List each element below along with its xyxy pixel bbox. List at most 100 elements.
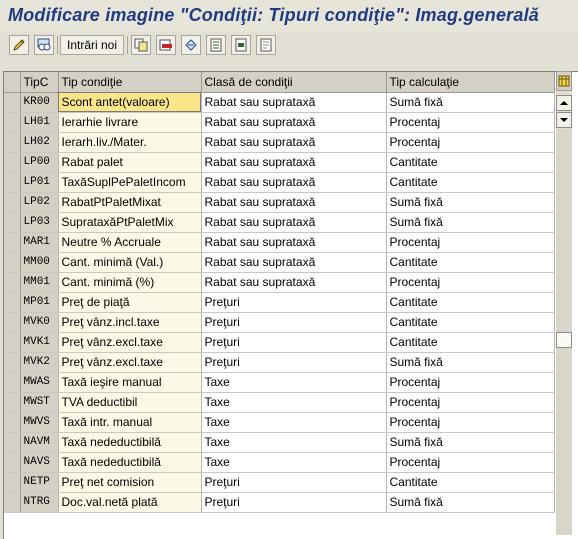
table-row[interactable]: MM00 Cant. minimă (Val.) Rabat sau suprata… [4, 252, 555, 273]
cell-tip-conditie[interactable]: Doc.val.netă plată [58, 492, 202, 513]
column-header-tip-calculatie[interactable]: Tip calculaţie [386, 72, 555, 93]
cell-tip-conditie[interactable]: Rabat palet [58, 152, 202, 173]
table-row[interactable]: MVK1 Preţ vânz.excl.taxe Preţuri Cantitate [4, 332, 555, 353]
copy-icon[interactable] [131, 35, 151, 55]
table-row[interactable]: NAVM Taxă nedeductibilă Taxe Sumă fixă [4, 432, 555, 453]
cell-clasa-conditii[interactable]: Preţuri [201, 332, 387, 353]
cell-clasa-conditii[interactable]: Preţuri [201, 472, 387, 493]
cell-tipc[interactable]: LP01 [20, 172, 59, 193]
cell-clasa-conditii[interactable]: Rabat sau suprataxă [201, 252, 387, 273]
cell-tip-calculatie[interactable]: Procentaj [386, 272, 555, 293]
row-selector[interactable] [4, 352, 21, 373]
cell-clasa-conditii[interactable]: Taxe [201, 412, 387, 433]
cell-tipc[interactable]: NETP [20, 472, 59, 493]
cell-clasa-conditii[interactable]: Taxe [201, 392, 387, 413]
cell-tip-calculatie[interactable]: Cantitate [386, 172, 555, 193]
undo-icon[interactable] [181, 35, 201, 55]
select-all-icon[interactable] [206, 35, 226, 55]
row-selector[interactable] [4, 152, 21, 173]
cell-tipc[interactable]: LH02 [20, 132, 59, 153]
cell-tip-conditie[interactable]: SuprataxăPtPaletMix [58, 212, 202, 233]
cell-tip-conditie[interactable]: Preţ de piaţă [58, 292, 202, 313]
row-selector[interactable] [4, 432, 21, 453]
cell-clasa-conditii[interactable]: Taxe [201, 372, 387, 393]
cell-tipc[interactable]: LP02 [20, 192, 59, 213]
cell-tip-conditie[interactable]: Scont antet(valoare) [58, 92, 202, 113]
cell-clasa-conditii[interactable]: Preţuri [201, 292, 387, 313]
table-row[interactable]: MM01 Cant. minimă (%) Rabat sau suprataxă P… [4, 272, 555, 293]
cell-tip-calculatie[interactable]: Procentaj [386, 132, 555, 153]
cell-tip-calculatie[interactable]: Procentaj [386, 112, 555, 133]
cell-tip-conditie[interactable]: Taxă intr. manual [58, 412, 202, 433]
cell-tip-calculatie[interactable]: Sumă fixă [386, 492, 555, 513]
table-row[interactable]: MVK0 Preţ vânz.incl.taxe Preţuri Cantitate [4, 312, 555, 333]
cell-clasa-conditii[interactable]: Taxe [201, 452, 387, 473]
row-selector[interactable] [4, 452, 21, 473]
scroll-up-icon[interactable] [556, 95, 572, 111]
cell-tip-calculatie[interactable]: Cantitate [386, 312, 555, 333]
column-header-tip-conditie[interactable]: Tip condiţie [58, 72, 202, 93]
table-row[interactable]: LP02 RabatPtPaletMixat Rabat sau suprataxă… [4, 192, 555, 213]
cell-tip-calculatie[interactable]: Cantitate [386, 152, 555, 173]
cell-tipc[interactable]: MP01 [20, 292, 59, 313]
cell-clasa-conditii[interactable]: Rabat sau suprataxă [201, 132, 387, 153]
row-selector[interactable] [4, 252, 21, 273]
table-row[interactable]: MVK2 Preţ vânz.excl.taxe Preţuri Sumă fixă [4, 352, 555, 373]
row-selector[interactable] [4, 392, 21, 413]
cell-tip-conditie[interactable]: Taxă ieşire manual [58, 372, 202, 393]
cell-tip-calculatie[interactable]: Sumă fixă [386, 92, 555, 113]
table-row[interactable]: KR00 Scont antet(valoare) Rabat sau suprat… [4, 92, 555, 113]
cell-tip-calculatie[interactable]: Procentaj [386, 232, 555, 253]
table-row[interactable]: MWST TVA deductibil Taxe Procentaj [4, 392, 555, 413]
table-row[interactable]: NAVS Taxă nedeductibilă Taxe Procentaj [4, 452, 555, 473]
table-row[interactable]: NTRG Doc.val.netă plată Preţuri Sumă fixă [4, 492, 555, 513]
cell-tipc[interactable]: MVK0 [20, 312, 59, 333]
cell-tip-conditie[interactable]: Neutre % Accruale [58, 232, 202, 253]
cell-tip-calculatie[interactable]: Cantitate [386, 332, 555, 353]
table-row[interactable]: MWAS Taxă ieşire manual Taxe Procentaj [4, 372, 555, 393]
scrollbar-track[interactable] [556, 129, 572, 535]
cell-clasa-conditii[interactable]: Rabat sau suprataxă [201, 232, 387, 253]
cell-tip-calculatie[interactable]: Procentaj [386, 372, 555, 393]
cell-tip-calculatie[interactable]: Cantitate [386, 252, 555, 273]
cell-tipc[interactable]: MM01 [20, 272, 59, 293]
cell-clasa-conditii[interactable]: Rabat sau suprataxă [201, 172, 387, 193]
cell-clasa-conditii[interactable]: Rabat sau suprataxă [201, 92, 387, 113]
cell-tipc[interactable]: MWST [20, 392, 59, 413]
cell-tip-conditie[interactable]: TaxăSuplPePaletIncom [58, 172, 202, 193]
table-row[interactable]: LH01 Ierarhie livrare Rabat sau suprataxă P… [4, 112, 555, 133]
edit-pencil-icon[interactable] [9, 35, 29, 55]
row-selector[interactable] [4, 472, 21, 493]
cell-tip-calculatie[interactable]: Sumă fixă [386, 212, 555, 233]
cell-tip-conditie[interactable]: Ierarh.liv./Mater. [58, 132, 202, 153]
cell-clasa-conditii[interactable]: Rabat sau suprataxă [201, 112, 387, 133]
cell-tip-calculatie[interactable]: Procentaj [386, 392, 555, 413]
vertical-scrollbar[interactable] [556, 91, 572, 535]
cell-tip-conditie[interactable]: Cant. minimă (%) [58, 272, 202, 293]
select-block-icon[interactable] [231, 35, 251, 55]
table-row[interactable]: LP01 TaxăSuplPePaletIncom Rabat sau suprat… [4, 172, 555, 193]
cell-tip-calculatie[interactable]: Procentaj [386, 412, 555, 433]
row-selector[interactable] [4, 312, 21, 333]
cell-clasa-conditii[interactable]: Preţuri [201, 352, 387, 373]
cell-tip-conditie[interactable]: RabatPtPaletMixat [58, 192, 202, 213]
row-selector[interactable] [4, 332, 21, 353]
cell-clasa-conditii[interactable]: Taxe [201, 432, 387, 453]
row-selector[interactable] [4, 92, 21, 113]
cell-tipc[interactable]: LP03 [20, 212, 59, 233]
cell-tipc[interactable]: MWAS [20, 372, 59, 393]
row-selector[interactable] [4, 172, 21, 193]
cell-tip-conditie[interactable]: Cant. minimă (Val.) [58, 252, 202, 273]
table-row[interactable]: LP03 SuprataxăPtPaletMix Rabat sau suprata… [4, 212, 555, 233]
cell-tipc[interactable]: NTRG [20, 492, 59, 513]
cell-tipc[interactable]: KR00 [20, 92, 59, 113]
cell-clasa-conditii[interactable]: Preţuri [201, 492, 387, 513]
cell-tip-calculatie[interactable]: Sumă fixă [386, 352, 555, 373]
cell-tipc[interactable]: NAVS [20, 452, 59, 473]
column-header-tipc[interactable]: TipC [20, 72, 59, 93]
row-selector[interactable] [4, 132, 21, 153]
cell-tipc[interactable]: MAR1 [20, 232, 59, 253]
cell-clasa-conditii[interactable]: Rabat sau suprataxă [201, 152, 387, 173]
column-header-clasa-conditii[interactable]: Clasă de condiţii [201, 72, 387, 93]
cell-tip-calculatie[interactable]: Sumă fixă [386, 432, 555, 453]
